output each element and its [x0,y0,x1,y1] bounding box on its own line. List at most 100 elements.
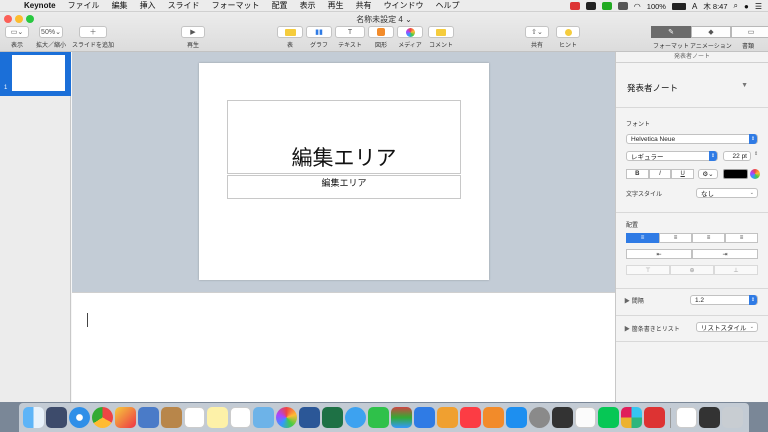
wifi-icon[interactable]: ◠ [634,2,641,11]
keynote-icon[interactable] [414,407,435,428]
body-placeholder[interactable]: 編集エリア [227,175,461,199]
menu-slide[interactable]: スライド [162,0,206,11]
menu-insert[interactable]: 挿入 [134,0,162,11]
font-size-stepper[interactable]: ⇕ [754,151,758,157]
share-button[interactable]: ⇧⌄ 共有 [525,26,549,49]
app-icon[interactable] [115,407,136,428]
align-middle-button[interactable]: ⊕ [670,265,714,275]
gmail-tray-icon[interactable] [569,2,580,10]
status-tray-icon[interactable] [617,2,628,10]
window-title[interactable]: 名称未設定 4 ⌄ [0,14,768,25]
chevron-down-icon[interactable]: ▼ [741,82,748,89]
align-justify-button[interactable]: ≡ [725,233,758,243]
window-thumbnail-icon[interactable] [699,407,720,428]
app-icon[interactable] [644,407,665,428]
menu-help[interactable]: ヘルプ [430,0,466,11]
siri-icon[interactable]: ● [744,2,749,11]
menu-arrange[interactable]: 配置 [266,0,294,11]
system-preferences-icon[interactable] [529,407,550,428]
media-button[interactable]: メディア [397,26,423,49]
music-icon[interactable] [460,407,481,428]
align-top-button[interactable]: ⊤ [626,265,670,275]
align-center-button[interactable]: ≡ [659,233,692,243]
add-slide-button[interactable]: ＋ スライドを追加 [72,26,114,49]
notes-icon[interactable] [207,407,228,428]
books-icon[interactable] [483,407,504,428]
image-capture-icon[interactable] [138,407,159,428]
launchpad-icon[interactable] [46,407,67,428]
word-icon[interactable] [299,407,320,428]
pages-icon[interactable] [437,407,458,428]
chart-button[interactable]: ▮▮ グラフ [306,26,332,49]
spacing-select[interactable]: 1.2 ⇕ [690,295,758,305]
align-right-button[interactable]: ≡ [692,233,725,243]
excel-icon[interactable] [322,407,343,428]
bullets-disclosure[interactable]: ▶ 箇条書きとリスト [624,324,680,333]
text-color-well[interactable] [723,169,748,179]
notification-center-icon[interactable]: ☰ [755,2,762,11]
slack-icon[interactable] [621,407,642,428]
app-icon[interactable] [575,407,596,428]
slide-body[interactable]: 編集エリア [321,176,366,198]
menu-edit[interactable]: 編集 [106,0,134,11]
app-store-icon[interactable] [506,407,527,428]
paragraph-style-name[interactable]: 発表者ノート [627,82,678,94]
text-options-button[interactable]: ⚙⌄ [698,169,718,179]
slide-thumbnail-selected[interactable]: 1 [0,52,71,96]
align-left-button[interactable]: ≡ [626,233,659,243]
char-style-select[interactable]: なし ⌄ [696,188,758,198]
menu-view[interactable]: 表示 [294,0,322,11]
table-button[interactable]: 表 [277,26,303,49]
bold-button[interactable]: B [626,169,649,179]
play-button[interactable]: ▶ 再生 [181,26,205,49]
tips-button[interactable]: ヒント [556,26,580,49]
menu-window[interactable]: ウインドウ [378,0,430,11]
line-tray-icon[interactable] [601,2,612,10]
chrome-icon[interactable] [92,407,113,428]
italic-button[interactable]: I [648,169,672,179]
slide-canvas[interactable]: 編集エリア 編集エリア [72,52,615,304]
zoom-button[interactable]: 50% ⌄ 拡大／縮小 [36,26,66,49]
menu-file[interactable]: ファイル [62,0,106,11]
preview-icon[interactable] [253,407,274,428]
contacts-icon[interactable] [161,407,182,428]
align-bottom-button[interactable]: ⊥ [714,265,758,275]
trash-icon[interactable] [722,407,743,428]
slide[interactable]: 編集エリア 編集エリア [199,63,489,280]
messages-icon[interactable] [345,407,366,428]
spacing-disclosure[interactable]: ▶ 間隔 [624,296,644,305]
numbers-icon[interactable] [391,407,412,428]
increase-indent-button[interactable]: ⇥ [692,249,758,259]
menu-share[interactable]: 共有 [350,0,378,11]
activity-monitor-icon[interactable] [552,407,573,428]
slide-title[interactable]: 編集エリア [292,142,397,172]
animation-tab[interactable]: ◆ [691,26,731,38]
bullets-select[interactable]: リストスタイル ⌄ [696,322,758,332]
presenter-notes-area[interactable] [72,292,615,402]
downloads-stack-icon[interactable] [676,407,697,428]
font-style-select[interactable]: レギュラー ⇕ [626,151,718,161]
reminders-icon[interactable] [230,407,251,428]
finder-icon[interactable] [23,407,44,428]
clock[interactable]: 木 8:47 [703,1,727,12]
font-family-select[interactable]: Helvetica Neue ⇕ [626,134,758,144]
text-button[interactable]: T テキスト [335,26,365,49]
safari-icon[interactable] [69,407,90,428]
calendar-icon[interactable] [184,407,205,428]
menu-play[interactable]: 再生 [322,0,350,11]
facetime-icon[interactable] [368,407,389,428]
comment-button[interactable]: コメント [428,26,454,49]
line-icon[interactable] [598,407,619,428]
format-tab[interactable]: ✎ [651,26,691,38]
menu-app-keynote[interactable]: Keynote [18,1,62,10]
app-tray-icon[interactable] [585,2,596,10]
slide-thumbnail[interactable] [12,55,65,91]
spotlight-icon[interactable]: ⌕ [734,1,738,11]
font-size-field[interactable]: 22 pt [723,151,751,161]
view-button[interactable]: ▭⌄ 表示 [5,26,29,49]
decrease-indent-button[interactable]: ⇤ [626,249,692,259]
underline-button[interactable]: U [671,169,695,179]
title-placeholder[interactable]: 編集エリア [227,100,461,174]
battery-icon[interactable] [671,2,686,10]
menu-format[interactable]: フォーマット [206,0,266,11]
